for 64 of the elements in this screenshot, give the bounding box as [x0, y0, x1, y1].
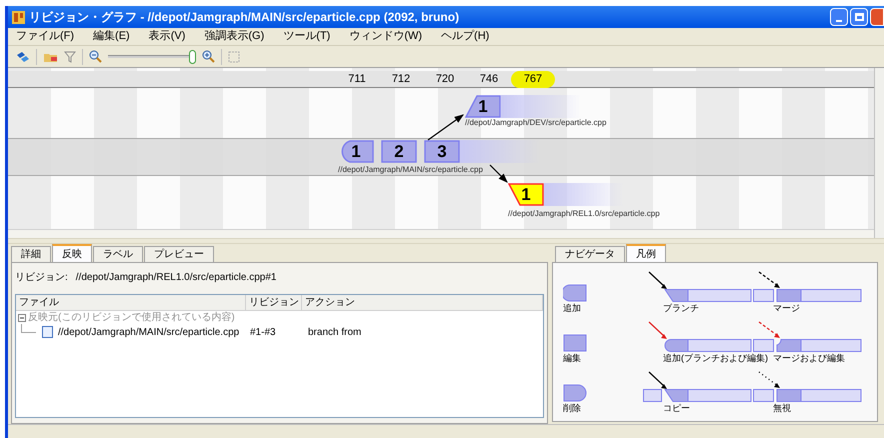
menu-item[interactable]: 表示(V)	[148, 28, 186, 45]
window-title: リビジョン・グラフ - //depot/Jamgraph/MAIN/src/eparticle.cpp (2092, bruno)	[29, 9, 460, 26]
tab[interactable]: 詳細	[11, 246, 51, 262]
app-icon	[12, 10, 25, 24]
tree-group-label: 反映元(このリビジョンで使用されている内容)	[28, 310, 235, 325]
changelist-label[interactable]: 711	[335, 71, 379, 88]
tab[interactable]: プレビュー	[144, 246, 214, 262]
changelist-label[interactable]: 712	[379, 71, 423, 88]
menu-item[interactable]: ウィンドウ(W)	[349, 28, 422, 45]
vertical-scrollbar[interactable]	[874, 68, 884, 238]
maximize-button[interactable]	[850, 8, 868, 26]
legend-label: ブランチ	[663, 302, 699, 314]
branch-path: //depot/Jamgraph/DEV/src/eparticle.cpp	[465, 117, 606, 129]
legend-label: 編集	[563, 352, 581, 364]
changelist-label[interactable]: 767	[511, 71, 555, 88]
rounded-node-icon	[563, 284, 587, 302]
square-node-icon	[563, 334, 587, 352]
file-icon	[42, 326, 53, 338]
minimize-button[interactable]	[830, 8, 848, 26]
menu-item[interactable]: ファイル(F)	[16, 28, 74, 45]
revision-path: //depot/Jamgraph/REL1.0/src/eparticle.cpp#1	[76, 270, 276, 284]
legend-label: 追加(ブランチおよび編集)	[663, 352, 768, 365]
revision-node[interactable]: 1	[465, 95, 501, 118]
legend-label: マージおよび編集	[773, 352, 845, 364]
column-header[interactable]: アクション	[302, 295, 543, 310]
slider-thumb[interactable]	[189, 50, 196, 64]
changelist-label[interactable]: 746	[467, 71, 511, 88]
close-button[interactable]	[870, 8, 884, 26]
tab[interactable]: 凡例	[626, 244, 666, 262]
table-cell-text: #1-#3	[249, 326, 277, 340]
legend-label: マージ	[773, 302, 800, 314]
legend-label: 削除	[563, 402, 581, 414]
revision-node[interactable]: 1	[508, 183, 544, 206]
menu-item[interactable]: ヘルプ(H)	[441, 28, 490, 45]
tab[interactable]: 反映	[52, 244, 92, 262]
table-cell-text: //depot/Jamgraph/MAIN/src/eparticle.cpp	[58, 326, 240, 340]
menu-item[interactable]: 編集(E)	[93, 28, 130, 45]
zoom-out-icon[interactable]	[89, 50, 102, 63]
branch-path: //depot/Jamgraph/MAIN/src/eparticle.cpp	[338, 164, 483, 176]
menu-item[interactable]: 強調表示(G)	[204, 28, 264, 45]
refresh-icon[interactable]	[16, 50, 30, 62]
tab[interactable]: ラベル	[93, 246, 143, 262]
menu-item[interactable]: ツール(T)	[283, 28, 330, 45]
legend-label: コピー	[663, 402, 690, 414]
legend-label: 追加	[563, 302, 581, 314]
rounded-node-icon	[563, 384, 587, 402]
filter-icon[interactable]	[64, 50, 76, 62]
column-header[interactable]: ファイル	[16, 295, 246, 310]
tab[interactable]: ナビゲータ	[555, 246, 625, 262]
branch-arrow	[490, 164, 508, 183]
revision-node[interactable]: 2	[381, 140, 417, 163]
changelist-label[interactable]: 720	[423, 71, 467, 88]
horizontal-scrollbar[interactable]	[8, 229, 874, 238]
column-header[interactable]: リビジョン	[246, 295, 302, 310]
revision-node[interactable]: 3	[424, 140, 460, 163]
branch-arrow	[428, 114, 464, 140]
collapse-icon[interactable]	[18, 314, 26, 322]
field-label: リビジョン:	[15, 270, 68, 284]
branch-path: //depot/Jamgraph/REL1.0/src/eparticle.cpp	[508, 208, 660, 220]
zoom-slider[interactable]	[108, 50, 196, 64]
tree-line	[21, 324, 36, 333]
zoom-in-icon[interactable]	[202, 50, 215, 63]
table-cell-text: branch from	[307, 326, 362, 340]
legend-label: 無視	[773, 402, 791, 414]
